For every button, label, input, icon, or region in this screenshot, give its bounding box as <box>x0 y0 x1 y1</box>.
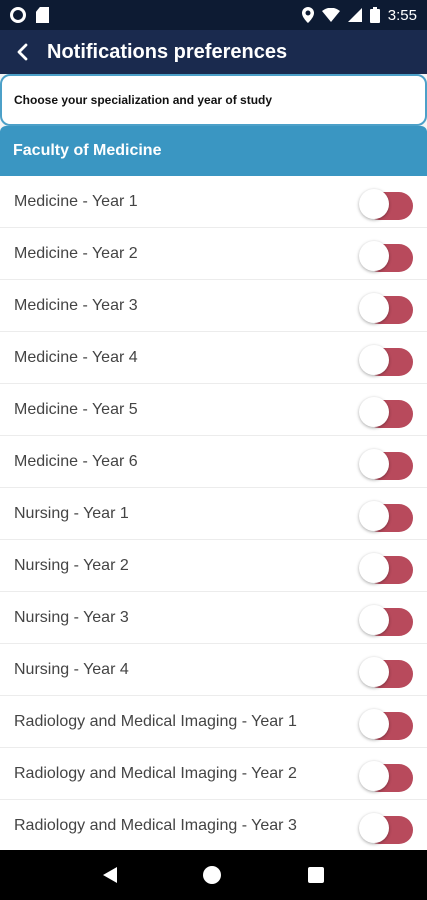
toggle-knob <box>359 448 389 479</box>
battery-icon <box>369 7 380 23</box>
page-title: Notifications preferences <box>47 40 288 63</box>
toggle-knob <box>359 500 389 531</box>
app-bar: Notifications preferences <box>0 30 427 74</box>
nav-recents-icon[interactable] <box>307 867 324 883</box>
status-time: 3:55 <box>387 6 417 24</box>
preference-row[interactable]: Nursing - Year 4 <box>0 644 427 696</box>
notification-toggle[interactable] <box>359 187 413 220</box>
preference-label: Nursing - Year 1 <box>14 504 129 522</box>
notification-toggle[interactable] <box>359 603 413 636</box>
preference-label: Medicine - Year 4 <box>14 348 138 366</box>
notification-toggle[interactable] <box>359 447 413 480</box>
preference-label: Nursing - Year 3 <box>14 608 129 626</box>
toggle-knob <box>359 552 389 583</box>
notification-toggle[interactable] <box>359 811 413 844</box>
preference-row[interactable]: Nursing - Year 3 <box>0 592 427 644</box>
back-button[interactable] <box>0 30 44 74</box>
preference-label: Medicine - Year 6 <box>14 452 138 470</box>
preference-row[interactable]: Medicine - Year 6 <box>0 436 427 488</box>
signal-icon <box>347 8 362 22</box>
toggle-knob <box>359 604 389 635</box>
preference-label: Radiology and Medical Imaging - Year 3 <box>14 816 297 834</box>
preference-label: Medicine - Year 1 <box>14 192 138 210</box>
preference-row[interactable]: Nursing - Year 2 <box>0 540 427 592</box>
notification-toggle[interactable] <box>359 239 413 272</box>
notification-toggle[interactable] <box>359 707 413 740</box>
preference-label: Medicine - Year 5 <box>14 400 138 418</box>
notification-toggle[interactable] <box>359 551 413 584</box>
preference-row[interactable]: Nursing - Year 1 <box>0 488 427 540</box>
nav-back-icon[interactable] <box>103 867 118 883</box>
preference-row[interactable]: Medicine - Year 1 <box>0 176 427 228</box>
system-nav-bar <box>0 850 427 900</box>
preference-label: Medicine - Year 3 <box>14 296 138 314</box>
toggle-knob <box>359 344 389 375</box>
preference-row[interactable]: Medicine - Year 5 <box>0 384 427 436</box>
preference-label: Radiology and Medical Imaging - Year 1 <box>14 712 297 730</box>
preference-row[interactable]: Medicine - Year 2 <box>0 228 427 280</box>
preference-label: Nursing - Year 4 <box>14 660 129 678</box>
wifi-icon <box>321 8 340 22</box>
toggle-knob <box>359 396 389 427</box>
back-arrow-icon <box>17 43 28 61</box>
nav-home-icon[interactable] <box>203 866 222 884</box>
notification-toggle[interactable] <box>359 395 413 428</box>
preference-row[interactable]: Radiology and Medical Imaging - Year 2 <box>0 748 427 800</box>
notification-toggle[interactable] <box>359 759 413 792</box>
preference-label: Medicine - Year 2 <box>14 244 138 262</box>
preference-row[interactable]: Radiology and Medical Imaging - Year 3 <box>0 800 427 850</box>
preference-row[interactable]: Medicine - Year 4 <box>0 332 427 384</box>
toggle-knob <box>359 760 389 791</box>
preference-row[interactable]: Radiology and Medical Imaging - Year 1 <box>0 696 427 748</box>
notification-toggle[interactable] <box>359 655 413 688</box>
status-bar: 3:55 <box>0 0 427 30</box>
toggle-knob <box>359 708 389 739</box>
preference-row[interactable]: Medicine - Year 3 <box>0 280 427 332</box>
toggle-knob <box>359 188 389 219</box>
preference-label: Radiology and Medical Imaging - Year 2 <box>14 764 297 782</box>
preference-label: Nursing - Year 2 <box>14 556 129 574</box>
toggle-knob <box>359 292 389 323</box>
location-icon <box>301 7 314 23</box>
preferences-list[interactable]: Choose your specialization and year of s… <box>0 74 427 850</box>
faculty-header[interactable]: Faculty of Medicine <box>0 126 427 176</box>
toggle-knob <box>359 656 389 687</box>
notification-toggle[interactable] <box>359 343 413 376</box>
helper-text: Choose your specialization and year of s… <box>0 74 427 126</box>
notification-toggle[interactable] <box>359 499 413 532</box>
toggle-knob <box>359 812 389 843</box>
toggle-knob <box>359 240 389 271</box>
notification-toggle[interactable] <box>359 291 413 324</box>
faculty-label: Faculty of Medicine <box>13 142 162 159</box>
sd-card-icon <box>36 7 49 23</box>
notification-circle-icon <box>10 7 26 23</box>
